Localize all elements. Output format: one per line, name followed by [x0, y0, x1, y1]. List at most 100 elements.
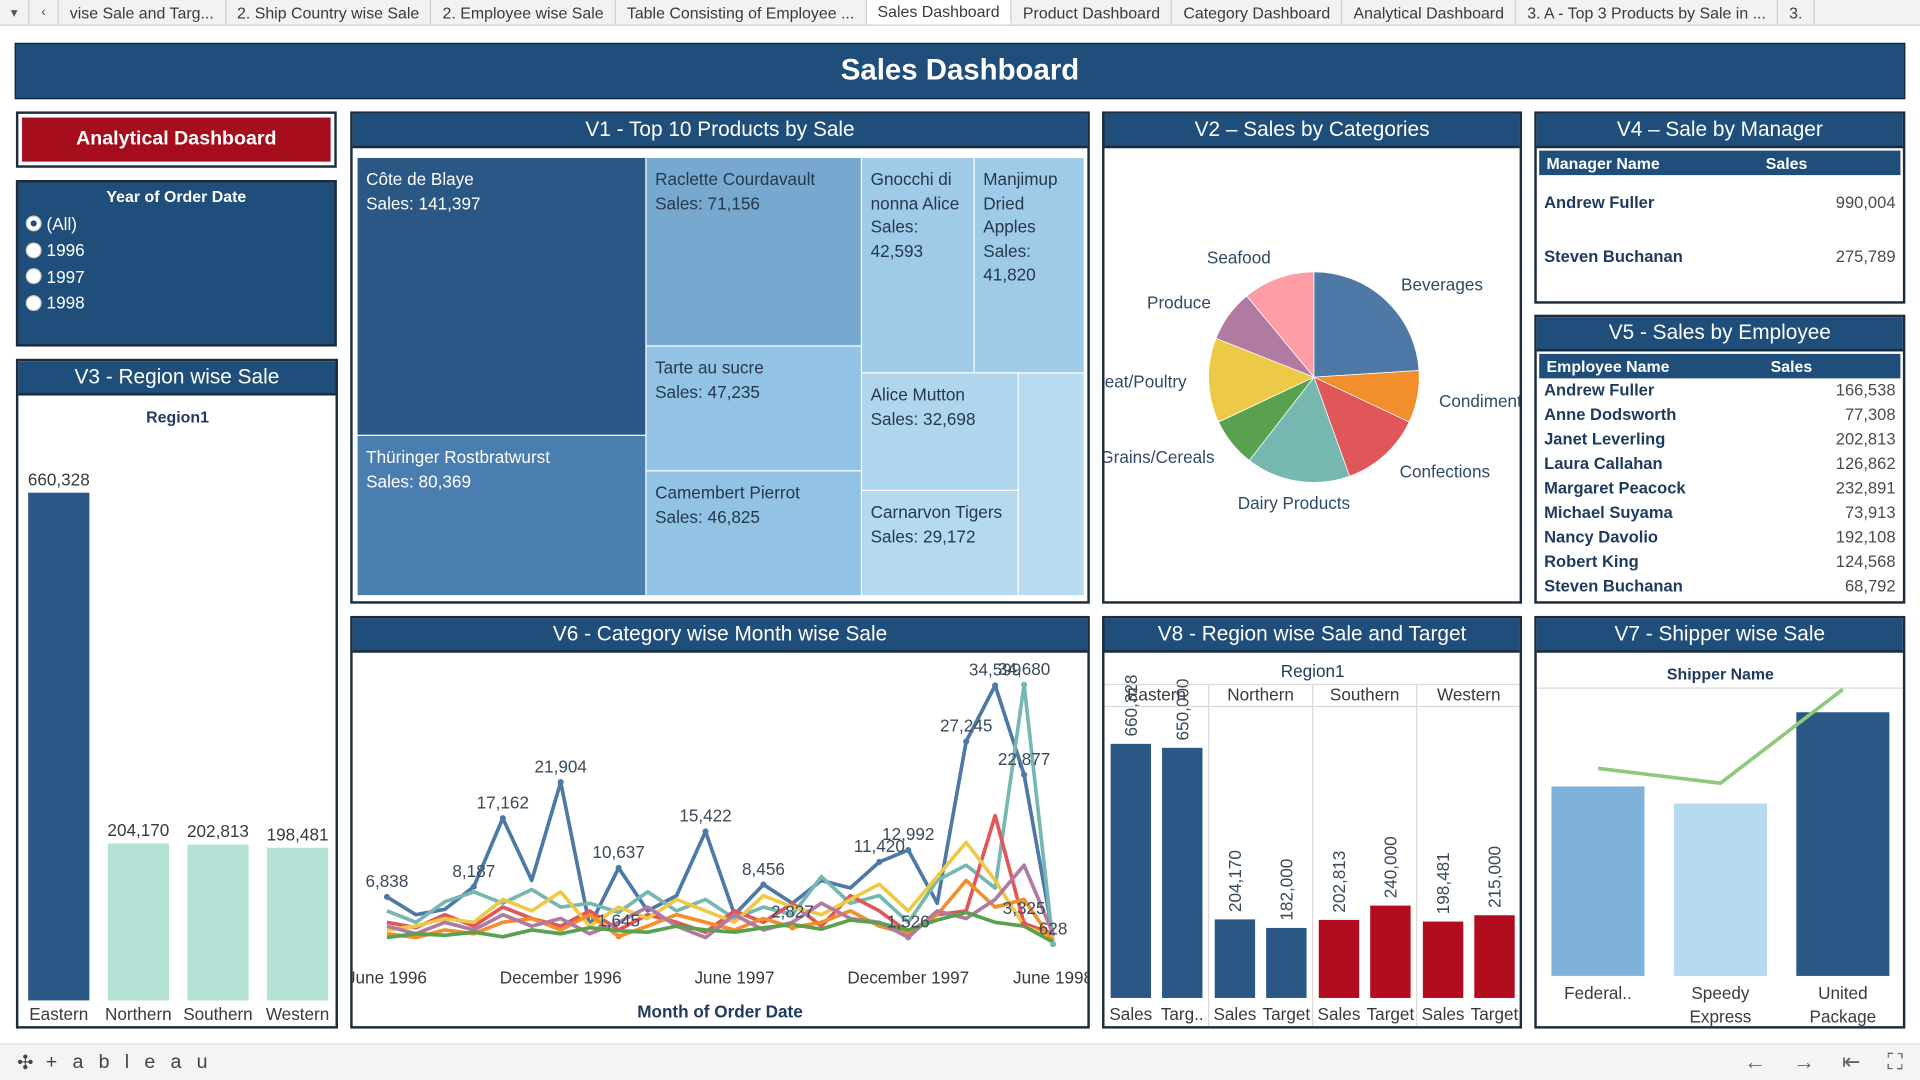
v3-category-label: Northern [105, 1004, 172, 1024]
radio-button-icon[interactable] [25, 268, 42, 285]
fullscreen-icon[interactable]: ⛶ [1887, 1049, 1902, 1075]
v6-point-label: 8,456 [742, 859, 785, 879]
page-title: Sales Dashboard [14, 42, 1906, 100]
tab-5[interactable]: Product Dashboard [1012, 0, 1173, 25]
year-option-2[interactable]: 1997 [18, 263, 334, 289]
v6-point-marker [557, 779, 564, 786]
v6-point-marker [963, 738, 970, 745]
undo-icon[interactable]: ← [1744, 1049, 1766, 1075]
sales-prefix: Sales: [870, 216, 919, 237]
v8-bar[interactable] [1318, 919, 1360, 998]
employee-sales: 192,108 [1835, 527, 1896, 546]
v7-bar[interactable] [1551, 786, 1645, 976]
v8-measure-label: Sales [1422, 1004, 1465, 1024]
v1-top-products-panel: V1 - Top 10 Products by Sale Côte de Bla… [350, 111, 1090, 604]
treemap-tile-sales: Sales: 29,172 [871, 525, 1009, 549]
year-option-0[interactable]: (All) [18, 211, 334, 237]
year-option-1[interactable]: 1996 [18, 237, 334, 263]
v8-bar[interactable] [1474, 915, 1515, 998]
v6-point-marker [1021, 681, 1028, 688]
v5-table-row: Michael Suyama 73,913 [1537, 500, 1903, 524]
tab-0[interactable]: vise Sale and Targ... [59, 0, 226, 25]
revert-icon[interactable]: ⇤ [1842, 1049, 1860, 1075]
employee-sales: 232,891 [1835, 478, 1896, 498]
treemap-tile[interactable]: Raclette Courdavault Sales: 71,156 [646, 157, 861, 346]
v3-bar[interactable] [266, 847, 329, 1001]
year-option-3[interactable]: 1998 [18, 290, 334, 316]
v8-bar-label: 182,000 [1276, 859, 1296, 921]
v8-bar[interactable] [1370, 905, 1411, 998]
v5-table-row: Margaret Peacock 232,891 [1537, 476, 1903, 500]
treemap-tile-sales: Sales: 80,369 [366, 470, 637, 494]
redo-icon[interactable]: → [1793, 1049, 1815, 1075]
v7-category-label: Package [1810, 1006, 1877, 1026]
tab-1[interactable]: 2. Ship Country wise Sale [226, 0, 432, 25]
v8-region-sale-target-panel: V8 - Region wise Sale and Target Region1… [1102, 615, 1523, 1029]
v5-col-name: Employee Name [1546, 356, 1670, 376]
pie-slice-label: Beverages [1401, 274, 1483, 294]
radio-button-icon[interactable] [25, 294, 42, 311]
v8-bar-label: 240,000 [1381, 836, 1401, 898]
v7-bar[interactable] [1673, 803, 1767, 976]
v8-bar[interactable] [1266, 927, 1307, 998]
v5-table-header: Employee Name Sales [1539, 353, 1901, 379]
year-option-label: 1997 [46, 266, 85, 287]
treemap-tile[interactable]: Thüringer Rostbratwurst Sales: 80,369 [357, 435, 646, 596]
v5-table-row: Nancy Davolio 192,108 [1537, 525, 1903, 549]
employee-sales: 202,813 [1835, 430, 1896, 449]
v8-bar[interactable] [1214, 919, 1256, 998]
treemap-tile[interactable]: Côte de Blaye Sales: 141,397 [357, 157, 646, 435]
v3-bar[interactable] [107, 843, 169, 1001]
v4-table-header: Manager Name Sales [1539, 150, 1901, 176]
treemap-tile[interactable]: Manjimup Dried Apples Sales: 41,820 [974, 157, 1084, 373]
v6-point-label: 3,325 [1003, 898, 1046, 918]
manager-name: Andrew Fuller [1544, 192, 1655, 212]
v5-table-row: Steven Buchanan 68,792 [1537, 573, 1903, 597]
v6-point-marker [383, 893, 391, 900]
employee-sales: 124,568 [1835, 551, 1896, 571]
treemap-tile[interactable]: Carnarvon Tigers Sales: 29,172 [862, 491, 1018, 596]
treemap-tile[interactable]: Camembert Pierrot Sales: 46,825 [646, 471, 861, 596]
treemap-tile-name: Côte de Blaye [366, 168, 474, 189]
year-option-label: 1998 [46, 292, 85, 313]
v3-bar[interactable] [28, 492, 90, 1001]
radio-button-icon[interactable] [25, 215, 42, 232]
v7-category-label: United [1818, 983, 1868, 1003]
sales-prefix: Sales: [870, 525, 924, 546]
treemap-tile[interactable]: Alice Mutton Sales: 32,698 [862, 373, 1018, 490]
radio-button-icon[interactable] [25, 242, 42, 259]
treemap-tile-name: Thüringer Rostbratwurst [366, 446, 551, 467]
employee-name: Nancy Davolio [1544, 527, 1659, 546]
tab-menu-chevron-icon[interactable]: ▾ [0, 0, 30, 25]
v7-header: Shipper Name [1667, 667, 1774, 684]
analytical-dashboard-button[interactable]: Analytical Dashboard [15, 111, 337, 168]
v8-bar[interactable] [1110, 743, 1152, 998]
v3-title: V3 - Region wise Sale [18, 361, 336, 396]
tab-9[interactable]: 3. [1778, 0, 1815, 25]
treemap-tile[interactable]: Gnocchi di nonna Alice Sales: 42,593 [862, 157, 974, 373]
v8-region-label: Northern [1227, 684, 1294, 704]
v3-bar-label: 202,813 [187, 821, 249, 841]
v8-bar-chart: Region1Eastern660,328Sales650,000Targ..N… [1104, 661, 1520, 1027]
pie-slice-label: Meat/Poultry [1104, 371, 1187, 391]
v8-bar[interactable] [1162, 747, 1203, 998]
tab-scroll-left-icon[interactable]: ‹ [29, 0, 59, 25]
treemap-tile[interactable]: Tarte au sucre Sales: 47,235 [646, 346, 861, 471]
tab-7[interactable]: Analytical Dashboard [1343, 0, 1517, 25]
tab-3[interactable]: Table Consisting of Employee ... [616, 0, 867, 25]
treemap-tile[interactable] [1018, 373, 1084, 596]
tab-2[interactable]: 2. Employee wise Sale [432, 0, 616, 25]
v5-table-row: Laura Callahan 126,862 [1537, 451, 1903, 475]
tab-6[interactable]: Category Dashboard [1172, 0, 1343, 25]
v8-measure-label: Target [1367, 1004, 1415, 1024]
employee-sales: 68,792 [1844, 576, 1896, 595]
employee-sales: 73,913 [1844, 503, 1896, 522]
v6-point-label: 628 [1039, 918, 1068, 938]
sales-value: 29,172 [923, 525, 976, 546]
tab-8[interactable]: 3. A - Top 3 Products by Sale in ... [1516, 0, 1779, 25]
v7-bar[interactable] [1796, 712, 1890, 976]
v8-bar-label: 650,000 [1172, 679, 1192, 741]
v3-bar[interactable] [187, 844, 249, 1001]
tab-4[interactable]: Sales Dashboard [866, 0, 1012, 25]
v8-bar[interactable] [1422, 921, 1464, 998]
